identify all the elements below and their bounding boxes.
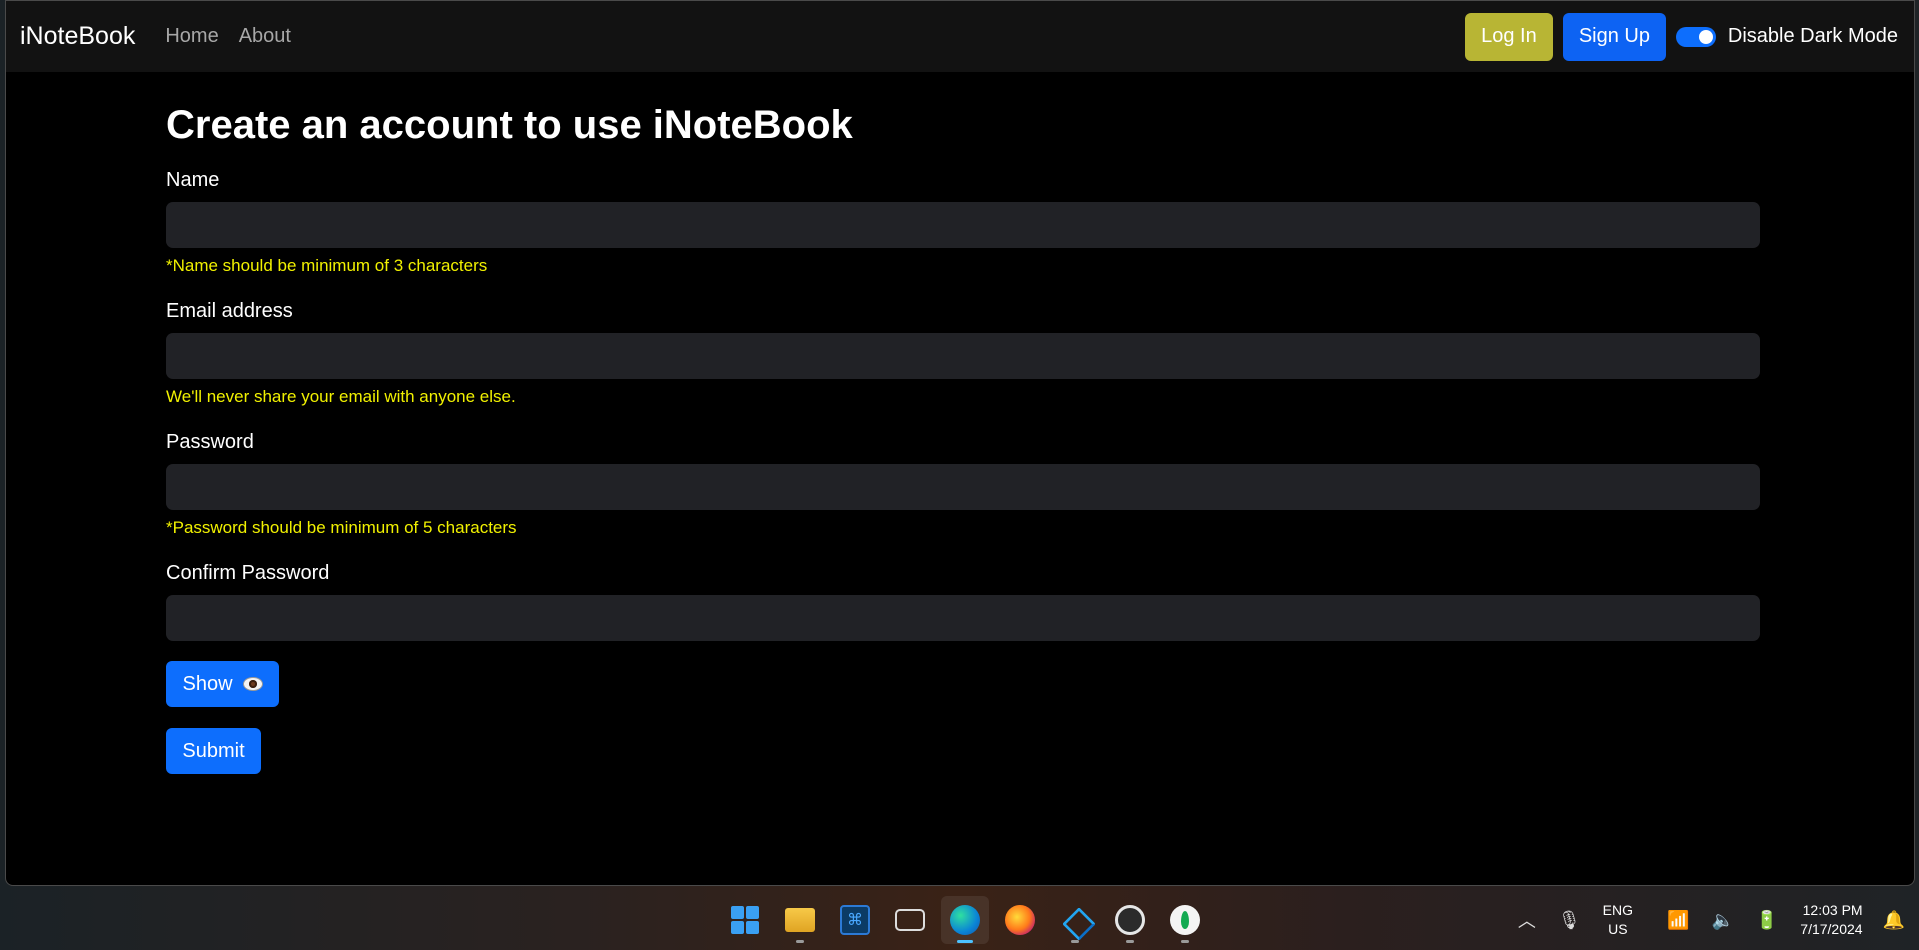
- clock-date: 7/17/2024: [1800, 921, 1863, 937]
- start-button[interactable]: [721, 896, 769, 944]
- email-input[interactable]: [166, 333, 1760, 379]
- taskbar-firefox[interactable]: [996, 896, 1044, 944]
- mongodb-compass-icon: [1170, 905, 1200, 935]
- brand-logo[interactable]: iNoteBook: [20, 22, 135, 51]
- wifi-icon[interactable]: 📶: [1667, 910, 1689, 931]
- submit-button[interactable]: Submit: [166, 728, 261, 774]
- email-label: Email address: [166, 300, 293, 322]
- taskbar-remote-desktop[interactable]: [886, 896, 934, 944]
- login-button[interactable]: Log In: [1464, 12, 1553, 61]
- signup-form: Create an account to use iNoteBook Name …: [166, 101, 1760, 774]
- show-password-label: Show: [182, 672, 233, 695]
- confirm-password-label: Confirm Password: [166, 562, 330, 584]
- file-explorer-icon: [785, 908, 815, 932]
- taskbar-edge[interactable]: [941, 896, 989, 944]
- microphone-icon[interactable]: 🎙: [1558, 910, 1581, 931]
- password-help-text: *Password should be minimum of 5 charact…: [166, 518, 517, 537]
- notification-bell-icon[interactable]: 🔔: [1883, 910, 1905, 931]
- browser-window: iNoteBook Home About Log In Sign Up Disa…: [5, 0, 1915, 886]
- name-label: Name: [166, 169, 220, 191]
- name-group: Name *Name should be minimum of 3 charac…: [166, 169, 1760, 276]
- obs-icon: [1115, 905, 1145, 935]
- confirm-password-group: Confirm Password: [166, 562, 1760, 641]
- app-icon: ⌘: [840, 905, 870, 935]
- firefox-icon: [1005, 905, 1035, 935]
- navbar-actions: Log In Sign Up Disable Dark Mode: [1464, 12, 1898, 61]
- region-code: US: [1608, 921, 1628, 937]
- language-code: ENG: [1602, 902, 1634, 919]
- dark-mode-label: Disable Dark Mode: [1727, 25, 1898, 47]
- email-help-text: We'll never share your email with anyone…: [166, 387, 516, 406]
- password-group: Password *Password should be minimum of …: [166, 431, 1760, 538]
- password-label: Password: [166, 431, 254, 453]
- name-help-text: *Name should be minimum of 3 characters: [166, 256, 488, 275]
- taskbar-obs[interactable]: [1106, 896, 1154, 944]
- chevron-up-icon[interactable]: ︿: [1518, 907, 1536, 933]
- nav-link-about[interactable]: About: [239, 25, 291, 48]
- clock-time: 12:03 PM: [1802, 902, 1863, 919]
- navbar: iNoteBook Home About Log In Sign Up Disa…: [6, 1, 1914, 72]
- windows-start-icon: [731, 906, 759, 934]
- edge-icon: [950, 905, 980, 935]
- email-group: Email address We'll never share your ema…: [166, 300, 1760, 407]
- taskbar-file-explorer[interactable]: [776, 896, 824, 944]
- nav-link-home[interactable]: Home: [165, 25, 218, 48]
- taskbar-vscode[interactable]: [1051, 896, 1099, 944]
- eye-icon: [242, 677, 263, 691]
- system-tray: ︿ 🎙 ENG US 📶 🔈 🔋 12:03 PM 7/17/2024 🔔: [1518, 890, 1919, 950]
- confirm-password-input[interactable]: [166, 595, 1760, 641]
- taskbar-app[interactable]: ⌘: [831, 896, 879, 944]
- volume-icon[interactable]: 🔈: [1711, 910, 1733, 931]
- language-indicator[interactable]: ENG US: [1603, 901, 1633, 939]
- taskbar-apps: ⌘: [721, 890, 1216, 950]
- battery-icon[interactable]: 🔋: [1756, 910, 1778, 931]
- taskbar-mongodb[interactable]: [1161, 896, 1209, 944]
- show-password-button[interactable]: Show: [166, 661, 279, 707]
- clock[interactable]: 12:03 PM 7/17/2024: [1800, 901, 1862, 939]
- name-input[interactable]: [166, 202, 1760, 248]
- password-input[interactable]: [166, 464, 1760, 510]
- remote-desktop-icon: [895, 909, 925, 931]
- signup-button[interactable]: Sign Up: [1562, 12, 1666, 61]
- page-title: Create an account to use iNoteBook: [166, 103, 853, 147]
- vscode-icon: [1060, 905, 1090, 935]
- taskbar: ⌘ ︿ 🎙 ENG US 📶 🔈 🔋 12:03 PM 7/17/2024 🔔: [0, 890, 1919, 950]
- dark-mode-toggle[interactable]: [1675, 26, 1716, 47]
